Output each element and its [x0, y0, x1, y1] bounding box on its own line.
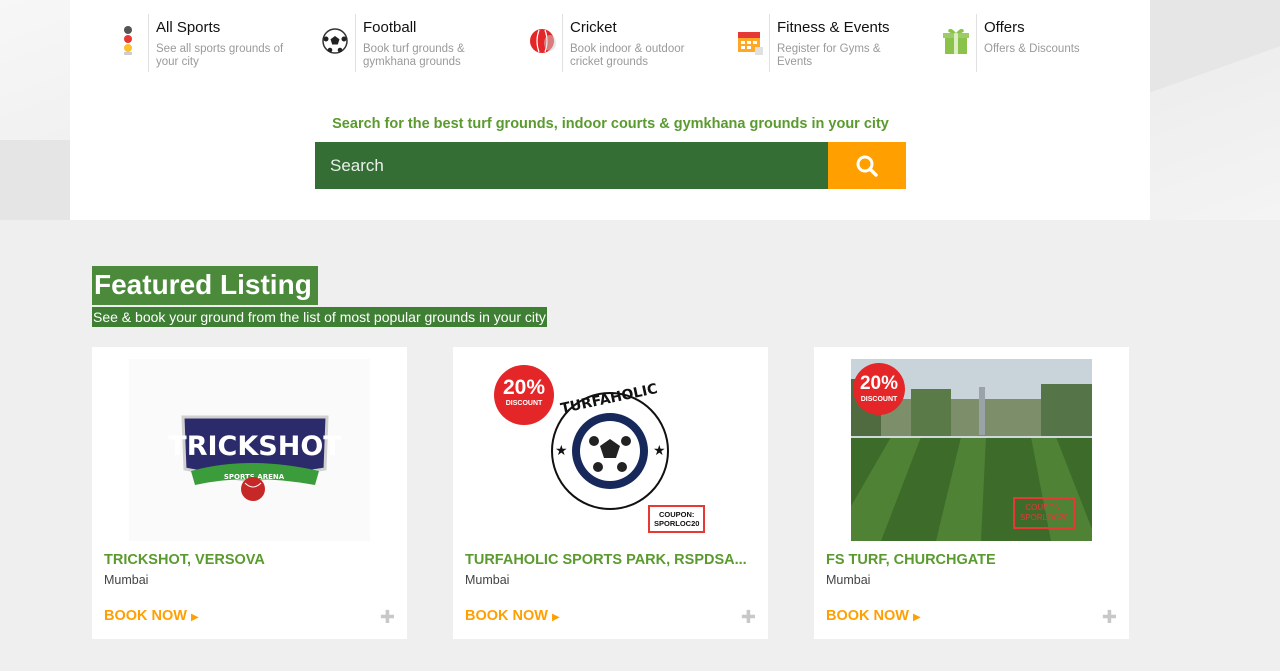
- category-desc: Book turf grounds & gymkhana grounds: [363, 43, 465, 68]
- discount-percent: 20%: [502, 376, 546, 399]
- category-fitness-events[interactable]: Fitness & Events Register for Gyms & Eve…: [731, 14, 938, 72]
- coupon-code: SPORLOC20: [1020, 513, 1069, 522]
- book-now-label: BOOK NOW: [465, 608, 548, 624]
- category-title: All Sports: [156, 19, 221, 36]
- category-cricket[interactable]: Cricket Book indoor & outdoor cricket gr…: [524, 14, 731, 72]
- coupon-tag: COUPON: SPORLOC20: [1013, 497, 1076, 529]
- discount-label: DISCOUNT: [505, 400, 543, 407]
- plus-icon[interactable]: ✚: [380, 607, 395, 628]
- svg-text:★: ★: [555, 442, 568, 458]
- discount-badge: 20% DISCOUNT: [853, 363, 905, 415]
- search-caption: Search for the best turf grounds, indoor…: [332, 116, 889, 132]
- coupon-label: COUPON:: [1025, 503, 1063, 512]
- category-title: Fitness & Events: [777, 19, 890, 36]
- category-text: Football Book turf grounds & gymkhana gr…: [355, 14, 498, 72]
- caret-right-icon: ▶: [552, 612, 560, 623]
- discount-label: DISCOUNT: [860, 396, 898, 403]
- cricket-ball-icon: [524, 23, 560, 59]
- featured-title: Featured Listing: [92, 266, 318, 305]
- category-title: Cricket: [570, 19, 617, 36]
- trickshot-logo: TRICKSHOT SPORTS ARENA: [129, 359, 370, 541]
- listing-name[interactable]: TRICKSHOT, VERSOVA: [104, 552, 265, 568]
- listing-image[interactable]: 20% DISCOUNT COUPON: SPORLOC20: [851, 359, 1092, 541]
- listing-name[interactable]: FS TURF, CHURCHGATE: [826, 552, 996, 568]
- calendar-icon: [731, 23, 767, 59]
- search-input[interactable]: [315, 142, 828, 189]
- category-desc: Offers & Discounts: [984, 43, 1080, 55]
- background-shape-left: [0, 140, 70, 220]
- category-offers[interactable]: Offers Offers & Discounts: [938, 14, 1145, 72]
- football-icon: [317, 23, 353, 59]
- category-desc: See all sports grounds of your city: [156, 43, 284, 68]
- featured-subtitle: See & book your ground from the list of …: [92, 307, 547, 327]
- coupon-code: SPORLOC20: [654, 519, 700, 528]
- listing-city: Mumbai: [104, 573, 149, 587]
- category-nav: All Sports See all sports grounds of you…: [110, 14, 1145, 72]
- caret-right-icon: ▶: [913, 612, 921, 623]
- listing-image[interactable]: TURFAHOLIC ★ ★ 20% DISCOUNT COUPON: SPOR…: [490, 359, 731, 541]
- search-panel: All Sports See all sports grounds of you…: [70, 0, 1150, 220]
- book-now-button[interactable]: BOOK NOW ▶: [465, 608, 560, 624]
- search-icon: [856, 155, 878, 177]
- caret-right-icon: ▶: [191, 612, 199, 623]
- discount-percent: 20%: [859, 373, 899, 394]
- search-button[interactable]: [828, 142, 906, 189]
- listing-name[interactable]: TURFAHOLIC SPORTS PARK, RSPDSA...: [465, 552, 747, 568]
- svg-text:TRICKSHOT: TRICKSHOT: [168, 431, 342, 462]
- category-desc: Book indoor & outdoor cricket grounds: [570, 43, 685, 68]
- discount-badge: 20% DISCOUNT: [494, 365, 554, 425]
- category-text: Fitness & Events Register for Gyms & Eve…: [769, 14, 912, 72]
- coupon-label: COUPON:: [659, 510, 695, 519]
- listing-city: Mumbai: [826, 573, 871, 587]
- coupon-tag: COUPON: SPORLOC20: [648, 505, 706, 533]
- book-now-button[interactable]: BOOK NOW ▶: [826, 608, 921, 624]
- gift-icon: [938, 23, 974, 59]
- category-title: Football: [363, 19, 417, 36]
- category-desc: Register for Gyms & Events: [777, 43, 881, 68]
- category-text: All Sports See all sports grounds of you…: [148, 14, 291, 72]
- category-title: Offers: [984, 19, 1025, 36]
- category-all-sports[interactable]: All Sports See all sports grounds of you…: [110, 14, 317, 72]
- svg-text:★: ★: [653, 442, 666, 458]
- listing-city: Mumbai: [465, 573, 510, 587]
- listing-card[interactable]: TRICKSHOT SPORTS ARENA TRICKSHOT, VERSOV…: [92, 347, 407, 639]
- traffic-light-icon: [110, 23, 146, 59]
- category-football[interactable]: Football Book turf grounds & gymkhana gr…: [317, 14, 524, 72]
- plus-icon[interactable]: ✚: [1102, 607, 1117, 628]
- listing-card[interactable]: TURFAHOLIC ★ ★ 20% DISCOUNT COUPON: SPOR…: [453, 347, 768, 639]
- category-text: Offers Offers & Discounts: [976, 14, 1119, 72]
- search-bar: [315, 142, 906, 189]
- plus-icon[interactable]: ✚: [741, 607, 756, 628]
- category-text: Cricket Book indoor & outdoor cricket gr…: [562, 14, 705, 72]
- book-now-label: BOOK NOW: [826, 608, 909, 624]
- listing-image[interactable]: TRICKSHOT SPORTS ARENA: [129, 359, 370, 541]
- listing-card[interactable]: 20% DISCOUNT COUPON: SPORLOC20 FS TURF, …: [814, 347, 1129, 639]
- book-now-button[interactable]: BOOK NOW ▶: [104, 608, 199, 624]
- book-now-label: BOOK NOW: [104, 608, 187, 624]
